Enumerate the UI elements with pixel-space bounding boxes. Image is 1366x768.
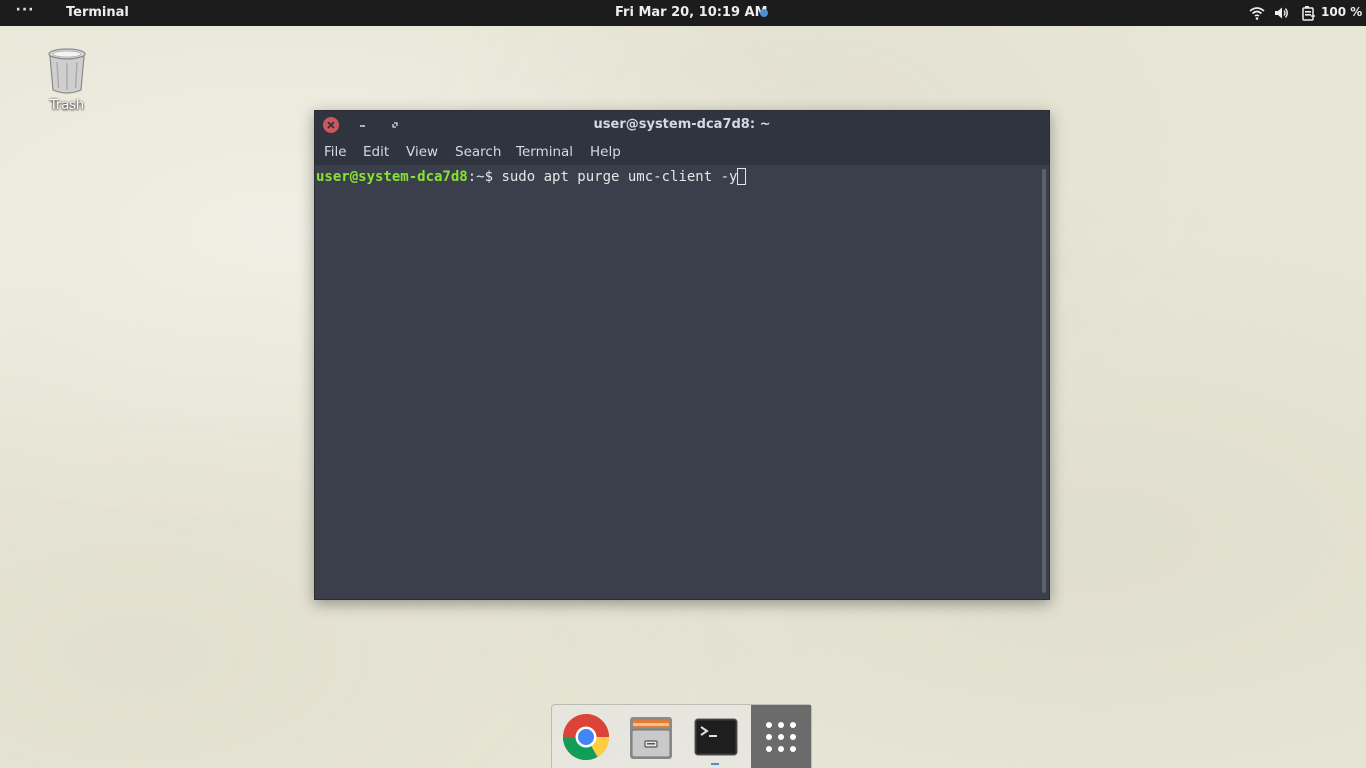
file-manager-icon [630, 717, 672, 759]
menu-view[interactable]: View [406, 144, 438, 160]
dock-item-files[interactable] [625, 711, 677, 763]
top-panel: ··· Terminal Fri Mar 20, 10:19 AM 100 % [0, 0, 1366, 26]
dock-item-chrome[interactable] [560, 711, 612, 763]
notification-indicator [760, 9, 768, 17]
prompt-path: :~$ [467, 169, 502, 185]
window-title: user@system-dca7d8: ~ [593, 117, 771, 132]
desktop-icon-label: Trash [49, 98, 85, 113]
running-indicator [711, 763, 719, 765]
dock [551, 704, 812, 768]
menu-search[interactable]: Search [455, 144, 501, 160]
dock-item-terminal[interactable] [690, 711, 742, 763]
focused-app-name[interactable]: Terminal [66, 5, 129, 20]
dock-item-show-applications[interactable] [751, 705, 811, 768]
dots-icon: ··· [15, 2, 35, 18]
text-cursor [737, 168, 747, 185]
scrollbar-thumb[interactable] [1042, 169, 1046, 593]
terminal-window[interactable]: user@system-dca7d8: ~ File Edit View Sea… [314, 110, 1050, 600]
activities-button[interactable]: ··· [14, 3, 36, 21]
menu-terminal[interactable]: Terminal [516, 144, 573, 160]
battery-percentage[interactable]: 100 % [1321, 5, 1362, 19]
desktop-icon-trash[interactable]: Trash [40, 44, 94, 116]
battery-icon[interactable] [1301, 5, 1317, 21]
volume-icon[interactable] [1273, 5, 1289, 21]
chrome-icon [563, 714, 609, 760]
window-titlebar[interactable]: user@system-dca7d8: ~ [315, 111, 1049, 139]
typed-command: sudo apt purge umc-client -y [501, 169, 738, 185]
menubar: File Edit View Search Terminal Help [315, 139, 1049, 165]
trash-icon [48, 48, 86, 94]
clock[interactable]: Fri Mar 20, 10:19 AM [615, 5, 768, 20]
app-grid-icon [766, 722, 796, 752]
terminal-icon [694, 718, 738, 756]
scrollbar[interactable] [1041, 165, 1049, 599]
command-line: user@system-dca7d8:~$ sudo apt purge umc… [316, 168, 747, 185]
menu-help[interactable]: Help [590, 144, 621, 160]
wifi-icon[interactable] [1249, 5, 1265, 21]
terminal-output[interactable]: user@system-dca7d8:~$ sudo apt purge umc… [315, 165, 1041, 599]
menu-edit[interactable]: Edit [363, 144, 389, 160]
menu-file[interactable]: File [324, 144, 347, 160]
prompt-user-host: user@system-dca7d8 [316, 169, 468, 185]
